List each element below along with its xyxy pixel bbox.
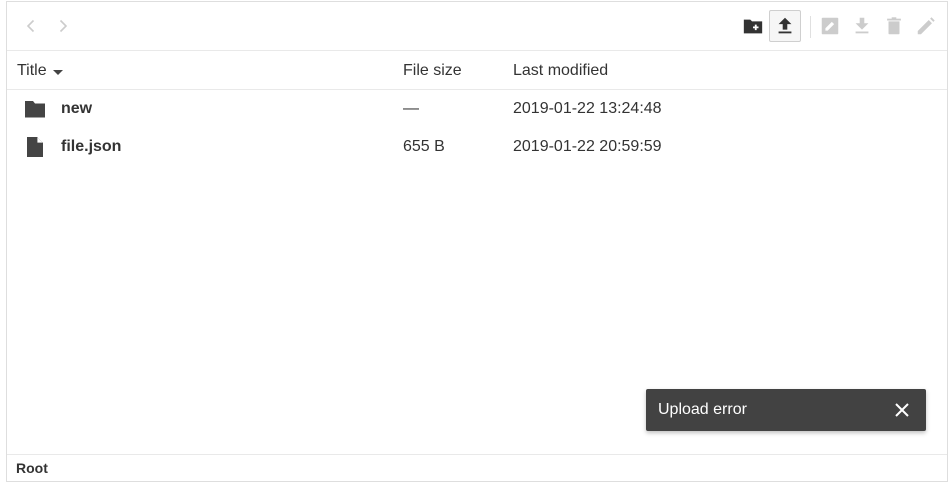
- snackbar-close-button[interactable]: [892, 400, 912, 420]
- sort-desc-icon: [52, 69, 63, 75]
- upload-button[interactable]: [769, 10, 801, 42]
- breadcrumb-root[interactable]: Root: [16, 460, 48, 476]
- table-row[interactable]: new — 2019-01-22 13:24:48: [7, 90, 947, 128]
- create-folder-button[interactable]: [737, 10, 769, 42]
- column-header-modified[interactable]: Last modified: [513, 62, 608, 80]
- row-modified: 2019-01-22 20:59:59: [513, 138, 662, 155]
- file-icon: [23, 135, 47, 159]
- forward-button[interactable]: [53, 16, 73, 36]
- table-header: Title File size Last modified: [7, 51, 947, 90]
- error-snackbar: Upload error: [646, 389, 926, 431]
- column-header-title[interactable]: Title: [17, 62, 63, 80]
- snackbar-message: Upload error: [658, 401, 747, 418]
- row-name: new: [61, 100, 93, 117]
- close-icon: [895, 403, 909, 417]
- rename-button[interactable]: [814, 10, 846, 42]
- toolbar: [7, 2, 947, 51]
- back-button[interactable]: [21, 16, 41, 36]
- row-modified: 2019-01-22 13:24:48: [513, 100, 662, 117]
- rename-icon: [821, 17, 839, 35]
- edit-button[interactable]: [910, 10, 942, 42]
- delete-icon: [887, 17, 901, 35]
- chevron-right-icon: [59, 19, 68, 33]
- column-header-size[interactable]: File size: [403, 62, 462, 80]
- create-folder-icon: [743, 19, 763, 34]
- column-title-label: Title: [17, 62, 47, 79]
- row-size: —: [403, 100, 419, 117]
- row-name: file.json: [61, 138, 122, 155]
- row-size: 655 B: [403, 138, 445, 155]
- download-button[interactable]: [846, 10, 878, 42]
- delete-button[interactable]: [878, 10, 910, 42]
- table-row[interactable]: file.json 655 B 2019-01-22 20:59:59: [7, 128, 947, 166]
- folder-icon: [23, 97, 47, 121]
- upload-icon: [778, 17, 792, 34]
- toolbar-separator: [810, 16, 811, 38]
- edit-icon: [917, 17, 935, 35]
- chevron-left-icon: [26, 19, 35, 33]
- status-bar: Root: [7, 454, 947, 481]
- download-icon: [855, 17, 869, 34]
